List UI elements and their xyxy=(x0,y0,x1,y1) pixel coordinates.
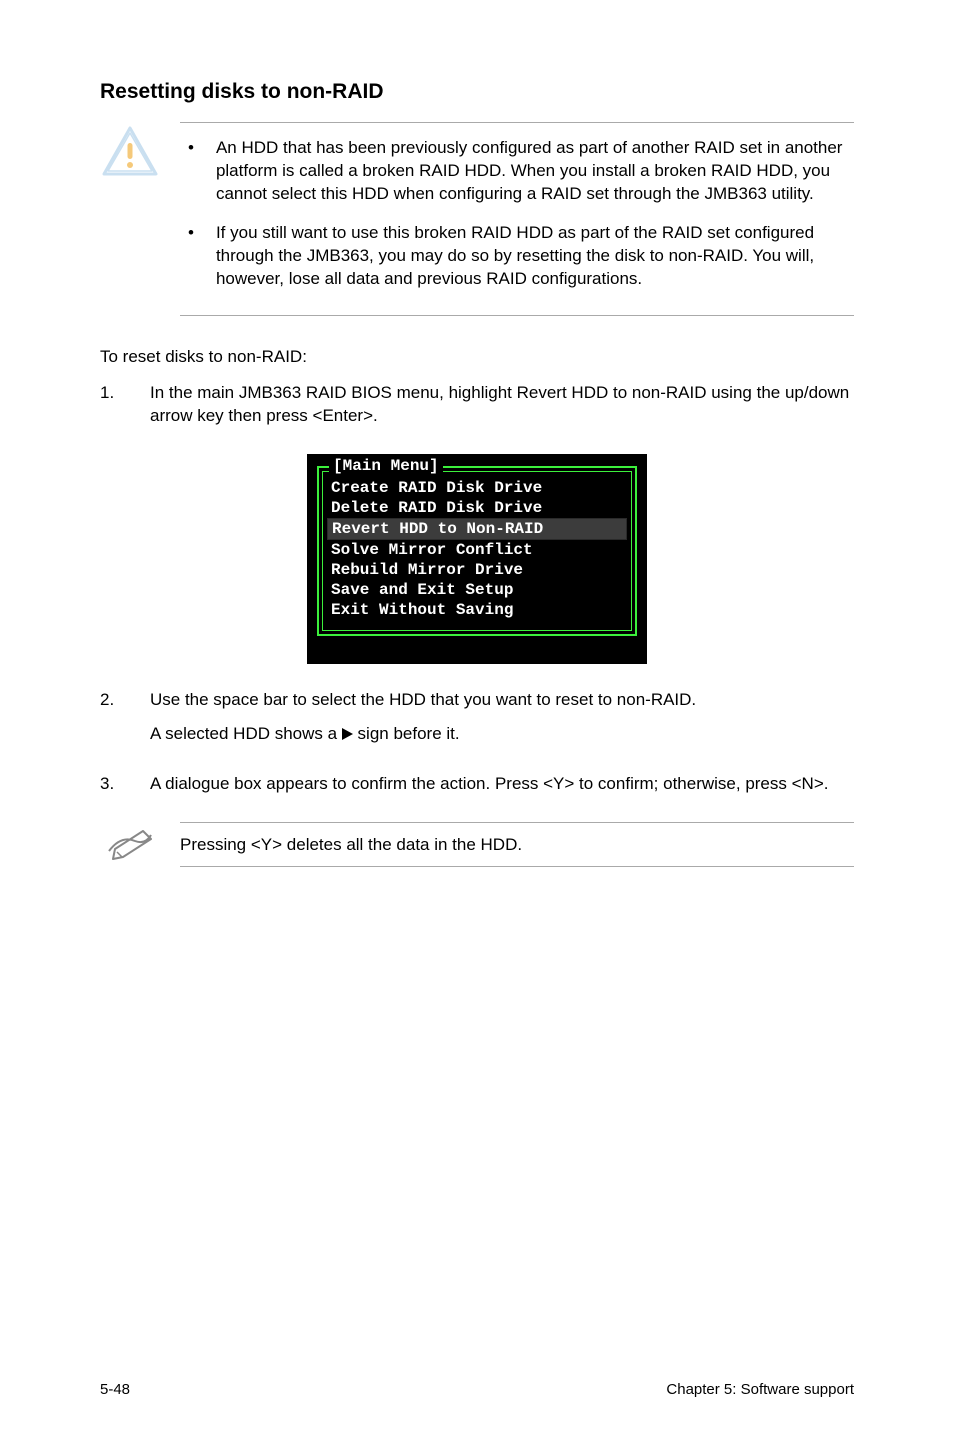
step-text: A selected HDD shows a sign before it. xyxy=(150,722,696,746)
note-callout: Pressing <Y> deletes all the data in the… xyxy=(100,822,854,868)
text-fragment: A selected HDD shows a xyxy=(150,724,342,743)
caution-callout: • An HDD that has been previously config… xyxy=(100,122,854,316)
page-footer: 5-48 Chapter 5: Software support xyxy=(100,1373,854,1398)
caution-item: • An HDD that has been previously config… xyxy=(188,137,854,206)
terminal-line: Create RAID Disk Drive xyxy=(331,478,623,498)
terminal: [Main Menu] Create RAID Disk Drive Delet… xyxy=(307,454,647,664)
step-2: 2. Use the space bar to select the HDD t… xyxy=(100,688,854,756)
text-fragment: sign before it. xyxy=(353,724,460,743)
step-text: In the main JMB363 RAID BIOS menu, highl… xyxy=(150,381,854,429)
triangle-icon xyxy=(342,728,353,740)
step-body: Use the space bar to select the HDD that… xyxy=(150,688,696,756)
caution-item-text: An HDD that has been previously configur… xyxy=(216,137,854,206)
bullet-icon: • xyxy=(188,137,194,206)
terminal-line: Save and Exit Setup xyxy=(331,580,623,600)
terminal-line-highlighted: Revert HDD to Non-RAID xyxy=(327,518,627,540)
bullet-icon: • xyxy=(188,222,194,291)
step-1: 1. In the main JMB363 RAID BIOS menu, hi… xyxy=(100,381,854,439)
caution-item: • If you still want to use this broken R… xyxy=(188,222,854,291)
step-3: 3. A dialogue box appears to confirm the… xyxy=(100,772,854,806)
terminal-line: Delete RAID Disk Drive xyxy=(331,498,623,518)
step-body: A dialogue box appears to confirm the ac… xyxy=(150,772,828,806)
step-number: 2. xyxy=(100,688,120,756)
caution-item-text: If you still want to use this broken RAI… xyxy=(216,222,854,291)
terminal-line: Exit Without Saving xyxy=(331,600,623,620)
section-heading: Resetting disks to non-RAID xyxy=(100,80,854,104)
intro-text: To reset disks to non-RAID: xyxy=(100,346,854,369)
caution-text: • An HDD that has been previously config… xyxy=(180,122,854,316)
terminal-line: Rebuild Mirror Drive xyxy=(331,560,623,580)
step-number: 1. xyxy=(100,381,120,439)
terminal-screenshot: [Main Menu] Create RAID Disk Drive Delet… xyxy=(100,454,854,664)
pencil-icon xyxy=(100,822,160,868)
chapter-label: Chapter 5: Software support xyxy=(666,1381,854,1398)
step-body: In the main JMB363 RAID BIOS menu, highl… xyxy=(150,381,854,439)
terminal-title: [Main Menu] xyxy=(329,457,443,475)
page-number: 5-48 xyxy=(100,1381,130,1398)
content: Resetting disks to non-RAID • An HDD tha… xyxy=(100,80,854,1373)
note-text: Pressing <Y> deletes all the data in the… xyxy=(180,822,854,868)
caution-icon xyxy=(100,122,160,316)
page: Resetting disks to non-RAID • An HDD tha… xyxy=(0,0,954,1438)
step-number: 3. xyxy=(100,772,120,806)
step-text: Use the space bar to select the HDD that… xyxy=(150,688,696,712)
step-text: A dialogue box appears to confirm the ac… xyxy=(150,772,828,796)
terminal-line: Solve Mirror Conflict xyxy=(331,540,623,560)
